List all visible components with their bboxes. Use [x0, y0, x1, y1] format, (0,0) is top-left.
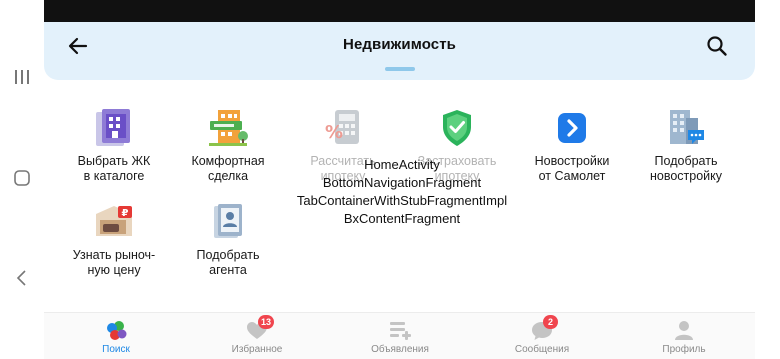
tile-market-price[interactable]: ₽ Узнать рыноч-ную цену	[55, 200, 173, 278]
system-nav-bar	[0, 0, 44, 359]
messages-badge: 2	[543, 315, 558, 329]
debug-line: TabContainerWithStubFragmentImpl	[296, 193, 508, 208]
tile-pick-new-build[interactable]: Подобрать новостройку	[627, 106, 745, 184]
tile-label: агента	[209, 263, 247, 277]
sold-house-icon	[206, 106, 250, 150]
agent-card-icon	[206, 200, 250, 244]
tile-label: Выбрать ЖК	[77, 154, 151, 168]
tile-choose-complex[interactable]: Выбрать ЖК в каталоге	[55, 106, 173, 184]
debug-line: BottomNavigationFragment	[322, 175, 482, 190]
svg-text:%: %	[325, 122, 343, 143]
tile-label: Подобрать	[196, 248, 260, 262]
search-icon[interactable]	[705, 34, 729, 58]
recents-icon[interactable]	[8, 63, 36, 91]
chat-icon: 2	[530, 315, 558, 341]
profile-icon	[672, 319, 696, 341]
nav-search[interactable]: Поиск	[61, 319, 171, 355]
building-chat-icon	[664, 106, 708, 150]
svg-text:₽: ₽	[122, 208, 129, 219]
nav-label: Избранное	[231, 344, 283, 355]
nav-label: Объявления	[371, 344, 429, 355]
bottom-nav: Поиск 13 Избранное Объявления 2 Сообщени…	[44, 312, 755, 359]
building-catalog-icon	[92, 106, 136, 150]
favorites-badge: 13	[258, 315, 275, 329]
page-title: Недвижимость	[343, 36, 456, 53]
nav-label: Сообщения	[514, 344, 570, 355]
calculator-percent-icon: %	[321, 106, 365, 150]
nav-messages[interactable]: 2 Сообщения	[487, 315, 597, 355]
samolet-logo-icon	[550, 106, 594, 150]
tile-label: ную цену	[87, 263, 141, 277]
heart-icon: 13	[245, 315, 275, 341]
status-bar	[44, 0, 755, 22]
nav-profile[interactable]: Профиль	[629, 319, 739, 355]
tile-label: новостройку	[649, 169, 723, 183]
debug-overlay: HomeActivity BottomNavigationFragment Ta…	[262, 156, 542, 228]
nav-label: Поиск	[102, 344, 130, 355]
tile-label: Узнать рыноч-	[72, 248, 156, 262]
debug-line: HomeActivity	[364, 157, 440, 172]
nav-label: Профиль	[662, 344, 706, 355]
debug-line: BxContentFragment	[343, 211, 461, 226]
home-icon[interactable]	[8, 164, 36, 192]
shield-check-icon	[435, 106, 479, 150]
add-listing-icon	[388, 319, 412, 341]
screen: Недвижимость Выбрать ЖК в каталоге Комфо…	[0, 0, 780, 359]
tile-label: Подобрать	[654, 154, 718, 168]
tile-label: в каталоге	[83, 169, 145, 183]
search-bubbles-icon	[104, 319, 128, 341]
app-header: Недвижимость	[44, 22, 755, 80]
sheet-handle[interactable]	[385, 67, 415, 71]
nav-favorites[interactable]: 13 Избранное	[202, 315, 312, 355]
room-price-icon: ₽	[92, 200, 136, 244]
system-back-icon[interactable]	[8, 264, 36, 292]
nav-listings[interactable]: Объявления	[345, 319, 455, 355]
